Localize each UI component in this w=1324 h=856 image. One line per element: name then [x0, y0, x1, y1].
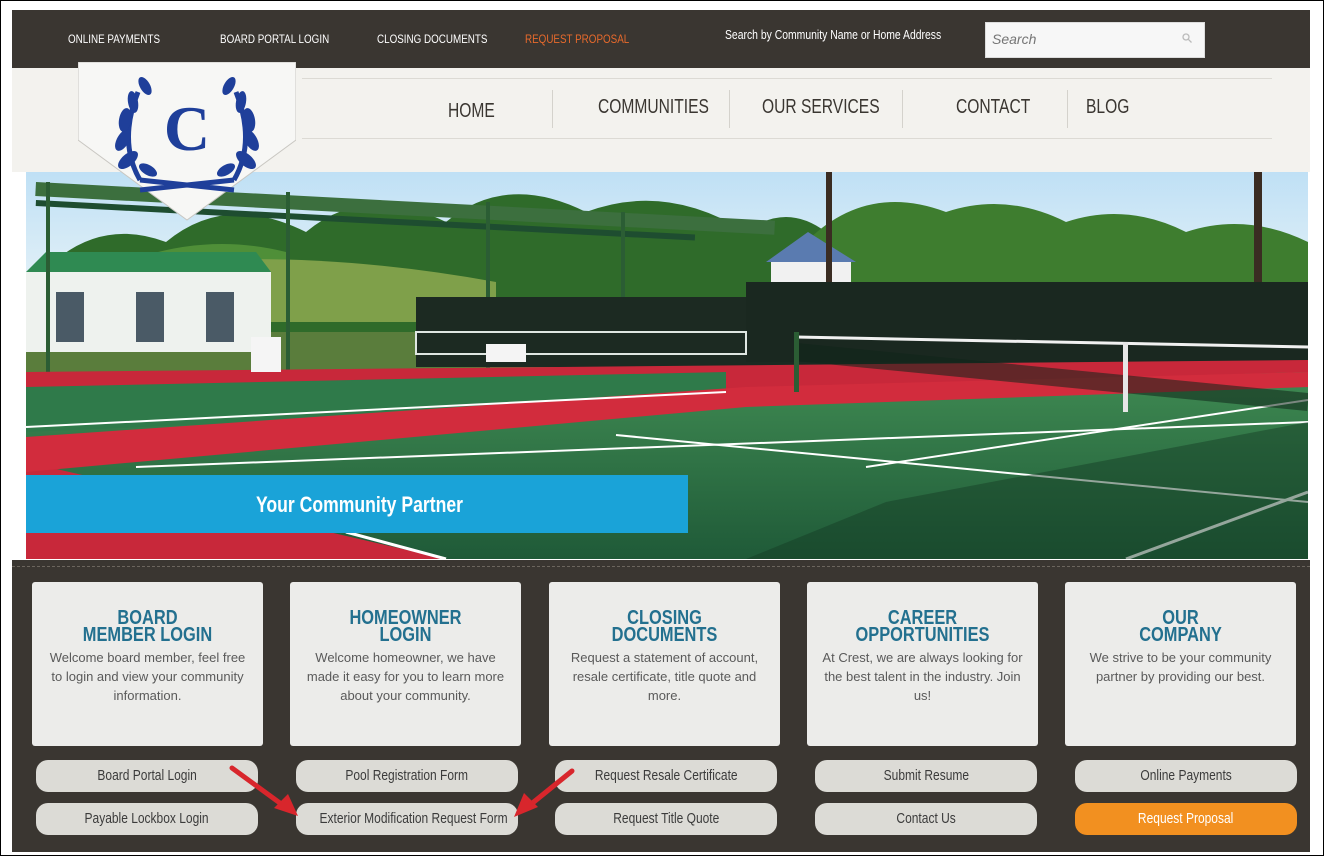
button-label: Contact Us	[896, 810, 956, 827]
nav-separator	[1067, 90, 1068, 128]
top-bar: ONLINE PAYMENTS BOARD PORTAL LOGIN CLOSI…	[12, 10, 1310, 68]
search-box	[985, 22, 1205, 58]
nav-separator	[729, 90, 730, 128]
online-payments-button[interactable]: Online Payments	[1075, 760, 1297, 792]
top-link-request-proposal[interactable]: REQUEST PROPOSAL	[525, 32, 629, 46]
card-closing-documents: CLOSING DOCUMENTS Request a statement of…	[549, 582, 780, 746]
button-label: Online Payments	[1140, 767, 1232, 784]
button-label: Payable Lockbox Login	[84, 810, 210, 827]
card-text: At Crest, we are always looking for the …	[822, 650, 1023, 703]
card-homeowner-login: HOMEOWNER LOGIN Welcome homeowner, we ha…	[290, 582, 521, 746]
tagline-banner: Your Community Partner	[26, 475, 688, 533]
top-link-online-payments[interactable]: ONLINE PAYMENTS	[68, 32, 160, 46]
top-link-board-portal-login[interactable]: BOARD PORTAL LOGIN	[220, 32, 329, 46]
nav-separator	[552, 90, 553, 128]
contact-us-button[interactable]: Contact Us	[815, 803, 1037, 835]
button-label: Request Proposal	[1138, 810, 1234, 827]
nav-separator	[902, 90, 903, 128]
annotation-arrow-icon	[229, 765, 298, 816]
button-label: Request Title Quote	[612, 810, 720, 827]
card-text: We strive to be your community partner b…	[1089, 650, 1272, 684]
search-label: Search by Community Name or Home Address	[725, 27, 942, 42]
button-label: Exterior Modification Request Form	[319, 810, 508, 827]
request-title-quote-button[interactable]: Request Title Quote	[555, 803, 777, 835]
tagline-text: Your Community Partner	[256, 492, 463, 517]
crest-logo[interactable]: C	[78, 62, 296, 224]
card-title: BOARD MEMBER LOGIN	[82, 607, 213, 646]
request-resale-certificate-button[interactable]: Request Resale Certificate	[555, 760, 777, 792]
nav-contact[interactable]: CONTACT	[956, 96, 1030, 119]
search-input[interactable]	[986, 23, 1178, 55]
search-icon[interactable]	[1182, 33, 1192, 43]
top-link-closing-documents[interactable]: CLOSING DOCUMENTS	[377, 32, 487, 46]
card-board-member-login: BOARD MEMBER LOGIN Welcome board member,…	[32, 582, 263, 746]
card-career-opportunities: CAREER OPPORTUNITIES At Crest, we are al…	[807, 582, 1038, 746]
card-text: Welcome board member, feel free to login…	[49, 650, 246, 703]
nav-home[interactable]: HOME	[448, 100, 495, 123]
nav-divider-bottom	[302, 138, 1272, 139]
logo-letter: C	[164, 93, 210, 164]
button-label: Request Resale Certificate	[594, 767, 738, 784]
panel-divider	[12, 566, 1310, 567]
nav-communities[interactable]: COMMUNITIES	[598, 96, 709, 119]
pool-registration-form-button[interactable]: Pool Registration Form	[296, 760, 518, 792]
card-title: OUR COMPANY	[1139, 607, 1222, 646]
card-title: CLOSING DOCUMENTS	[611, 607, 718, 646]
card-our-company: OUR COMPANY We strive to be your communi…	[1065, 582, 1296, 746]
card-text: Request a statement of account, resale c…	[570, 650, 759, 703]
submit-resume-button[interactable]: Submit Resume	[815, 760, 1037, 792]
request-proposal-button[interactable]: Request Proposal	[1075, 803, 1297, 835]
exterior-modification-request-form-button[interactable]: Exterior Modification Request Form	[296, 803, 518, 835]
nav-divider-top	[302, 78, 1272, 79]
board-portal-login-button[interactable]: Board Portal Login	[36, 760, 258, 792]
nav-blog[interactable]: BLOG	[1086, 96, 1129, 119]
annotation-arrow-icon	[514, 768, 575, 817]
button-label: Board Portal Login	[97, 767, 197, 784]
card-title: HOMEOWNER LOGIN	[349, 607, 462, 646]
card-title: CAREER OPPORTUNITIES	[855, 607, 990, 646]
card-text: Welcome homeowner, we have made it easy …	[306, 650, 505, 703]
nav-our-services[interactable]: OUR SERVICES	[762, 96, 880, 119]
button-label: Pool Registration Form	[345, 767, 469, 784]
button-label: Submit Resume	[883, 767, 969, 784]
payable-lockbox-login-button[interactable]: Payable Lockbox Login	[36, 803, 258, 835]
